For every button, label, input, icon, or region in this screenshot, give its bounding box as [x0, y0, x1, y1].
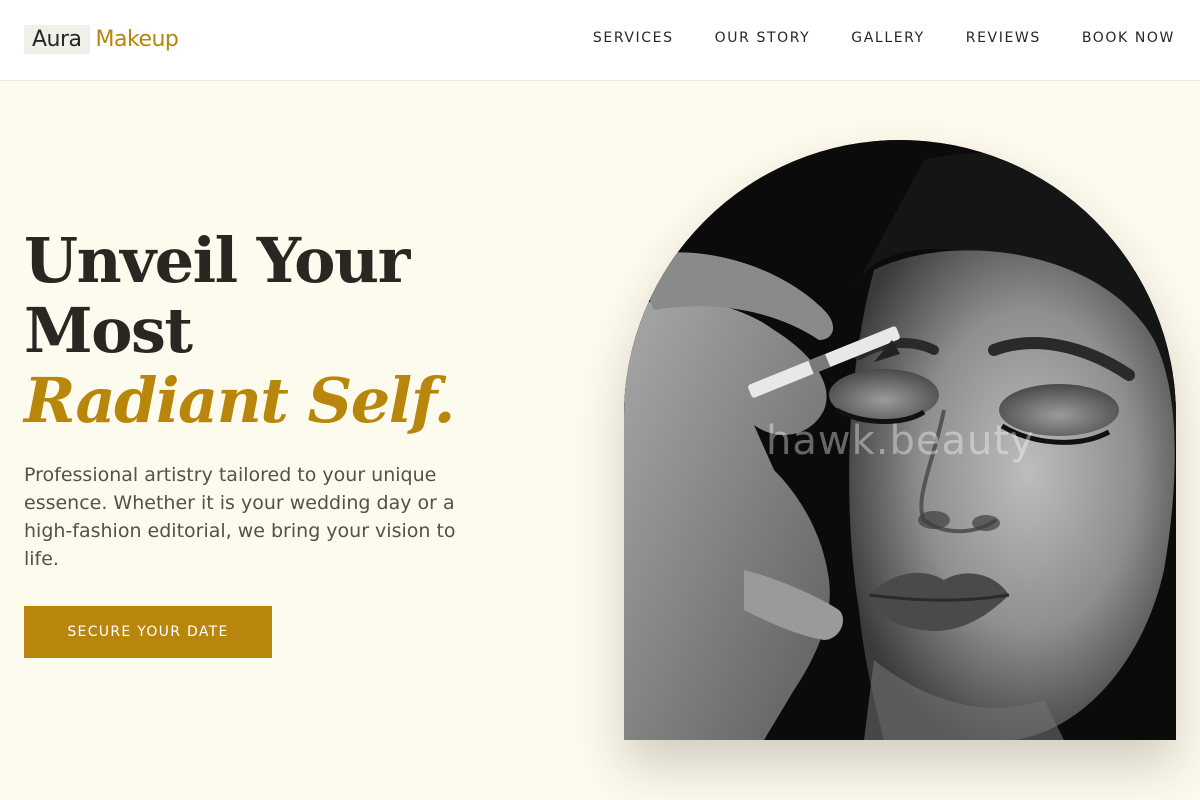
nav-link-book-now[interactable]: BOOK NOW	[1082, 30, 1175, 46]
nav-link-our-story[interactable]: OUR STORY	[715, 30, 811, 46]
site-header: Aura Makeup SERVICES OUR STORY GALLERY R…	[0, 0, 1200, 81]
brand-name-part2: Makeup	[95, 27, 179, 52]
headline-line-1: Unveil Your	[24, 224, 410, 297]
headline-line-2: Most	[24, 294, 193, 367]
brand-logo[interactable]: Aura Makeup	[24, 25, 179, 54]
brand-name-part1: Aura	[24, 25, 90, 54]
main-nav: SERVICES OUR STORY GALLERY REVIEWS BOOK …	[593, 30, 1175, 46]
nav-link-reviews[interactable]: REVIEWS	[966, 30, 1041, 46]
secure-date-button[interactable]: SECURE YOUR DATE	[24, 606, 272, 658]
hero-image: hawk.beauty	[624, 140, 1176, 740]
hero-description: Professional artistry tailored to your u…	[24, 464, 456, 570]
image-watermark: hawk.beauty	[766, 418, 1035, 464]
nav-link-services[interactable]: SERVICES	[593, 30, 674, 46]
headline-accent: Radiant Self.	[24, 364, 455, 437]
nav-link-gallery[interactable]: GALLERY	[851, 30, 924, 46]
hero-headline: Unveil Your Most Radiant Self.	[24, 226, 524, 436]
